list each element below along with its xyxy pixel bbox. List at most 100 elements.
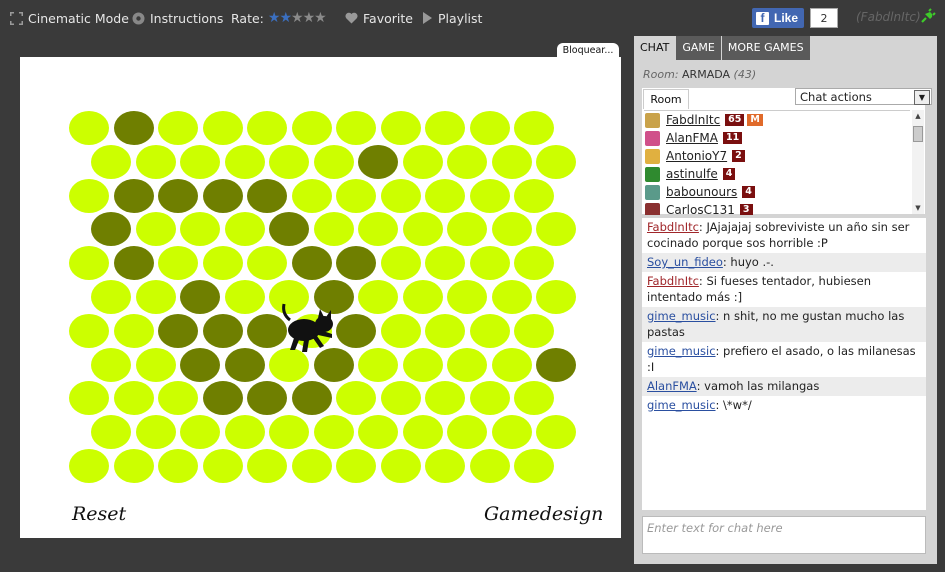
free-cell[interactable] xyxy=(469,111,510,145)
free-cell[interactable] xyxy=(180,415,220,450)
username-label[interactable]: (FabdlnItc) xyxy=(856,10,921,24)
free-cell[interactable] xyxy=(358,280,398,314)
free-cell[interactable] xyxy=(336,381,376,416)
chat-actions-select[interactable]: Chat actions ▼ xyxy=(795,88,932,105)
free-cell[interactable] xyxy=(113,313,154,348)
blocked-cell[interactable] xyxy=(224,347,265,382)
free-cell[interactable] xyxy=(447,212,487,247)
instructions-button[interactable]: Instructions xyxy=(132,10,223,26)
avatar[interactable] xyxy=(645,112,660,128)
free-cell[interactable] xyxy=(336,178,376,213)
user-name-link[interactable]: AlanFMA xyxy=(666,131,718,145)
free-cell[interactable] xyxy=(358,415,398,450)
scroll-up-icon[interactable]: ▲ xyxy=(912,110,924,122)
free-cell[interactable] xyxy=(514,246,554,281)
message-author-link[interactable]: Soy_un_fideo xyxy=(647,255,723,269)
free-cell[interactable] xyxy=(491,144,532,179)
avatar[interactable] xyxy=(645,166,660,182)
tab-more-games[interactable]: MORE GAMES xyxy=(721,36,810,60)
free-cell[interactable] xyxy=(358,347,398,382)
user-list-item[interactable]: AntonioY7 2 xyxy=(644,147,910,165)
user-list-item[interactable]: astinulfe 4 xyxy=(644,165,910,183)
user-name-link[interactable]: FabdlnItc xyxy=(666,113,720,127)
avatar[interactable] xyxy=(645,184,660,200)
free-cell[interactable] xyxy=(91,144,131,179)
free-cell[interactable] xyxy=(425,246,465,281)
user-name-link[interactable]: AntonioY7 xyxy=(666,149,727,163)
free-cell[interactable] xyxy=(536,212,576,247)
blocked-cell[interactable] xyxy=(202,178,243,213)
blocked-cell[interactable] xyxy=(180,347,220,382)
free-cell[interactable] xyxy=(380,111,421,145)
avatar[interactable] xyxy=(645,148,660,164)
message-author-link[interactable]: gime_music xyxy=(647,344,716,358)
free-cell[interactable] xyxy=(469,381,510,416)
blocked-cell[interactable] xyxy=(113,111,154,145)
free-cell[interactable] xyxy=(514,178,554,213)
free-cell[interactable] xyxy=(447,415,487,450)
user-list-scrollbar[interactable]: ▲ ▼ xyxy=(912,110,924,214)
tab-chat[interactable]: CHAT xyxy=(634,36,676,60)
blocked-cell[interactable] xyxy=(269,212,309,247)
blocked-cell[interactable] xyxy=(158,178,198,213)
blocked-cell[interactable] xyxy=(113,178,154,213)
blocked-cell[interactable] xyxy=(291,246,332,281)
free-cell[interactable] xyxy=(380,449,421,483)
free-cell[interactable] xyxy=(69,111,109,145)
avatar[interactable] xyxy=(645,202,660,215)
free-cell[interactable] xyxy=(514,111,554,145)
free-cell[interactable] xyxy=(158,381,198,416)
star-icon[interactable]: ★ xyxy=(314,11,327,25)
playlist-button[interactable]: Playlist xyxy=(422,10,482,26)
free-cell[interactable] xyxy=(536,280,576,314)
free-cell[interactable] xyxy=(180,212,220,247)
free-cell[interactable] xyxy=(158,246,198,281)
free-cell[interactable] xyxy=(380,246,421,281)
free-cell[interactable] xyxy=(91,415,131,450)
free-cell[interactable] xyxy=(224,212,265,247)
blocked-cell[interactable] xyxy=(536,347,576,382)
user-name-link[interactable]: CarlosC131 xyxy=(666,203,735,215)
free-cell[interactable] xyxy=(291,449,332,483)
room-tab[interactable]: Room xyxy=(643,89,689,109)
favorite-button[interactable]: Favorite xyxy=(345,10,413,26)
free-cell[interactable] xyxy=(291,178,332,213)
blocked-cell[interactable] xyxy=(247,381,287,416)
free-cell[interactable] xyxy=(269,415,309,450)
free-cell[interactable] xyxy=(425,178,465,213)
blocked-cell[interactable] xyxy=(202,381,243,416)
message-author-link[interactable]: gime_music xyxy=(647,309,716,323)
free-cell[interactable] xyxy=(202,449,243,483)
free-cell[interactable] xyxy=(69,449,109,483)
cinematic-mode-button[interactable]: Cinematic Mode xyxy=(10,10,129,26)
blocked-cell[interactable] xyxy=(158,313,198,348)
free-cell[interactable] xyxy=(402,415,443,450)
free-cell[interactable] xyxy=(224,280,265,314)
message-author-link[interactable]: AlanFMA xyxy=(647,379,697,393)
user-list-item[interactable]: CarlosC131 3 xyxy=(644,201,910,215)
free-cell[interactable] xyxy=(447,347,487,382)
message-author-link[interactable]: FabdlnItc xyxy=(647,274,699,288)
free-cell[interactable] xyxy=(514,381,554,416)
free-cell[interactable] xyxy=(69,178,109,213)
free-cell[interactable] xyxy=(336,111,376,145)
free-cell[interactable] xyxy=(380,178,421,213)
free-cell[interactable] xyxy=(491,212,532,247)
free-cell[interactable] xyxy=(425,381,465,416)
reset-button[interactable]: Reset xyxy=(72,503,126,525)
block-tab[interactable]: Bloquear... xyxy=(557,43,619,58)
free-cell[interactable] xyxy=(514,313,554,348)
free-cell[interactable] xyxy=(380,313,421,348)
blocked-cell[interactable] xyxy=(91,212,131,247)
free-cell[interactable] xyxy=(425,449,465,483)
avatar[interactable] xyxy=(645,130,660,146)
free-cell[interactable] xyxy=(336,449,376,483)
blocked-cell[interactable] xyxy=(336,246,376,281)
free-cell[interactable] xyxy=(536,144,576,179)
free-cell[interactable] xyxy=(358,212,398,247)
free-cell[interactable] xyxy=(247,111,287,145)
blocked-cell[interactable] xyxy=(358,144,398,179)
free-cell[interactable] xyxy=(113,449,154,483)
free-cell[interactable] xyxy=(91,347,131,382)
free-cell[interactable] xyxy=(313,415,354,450)
